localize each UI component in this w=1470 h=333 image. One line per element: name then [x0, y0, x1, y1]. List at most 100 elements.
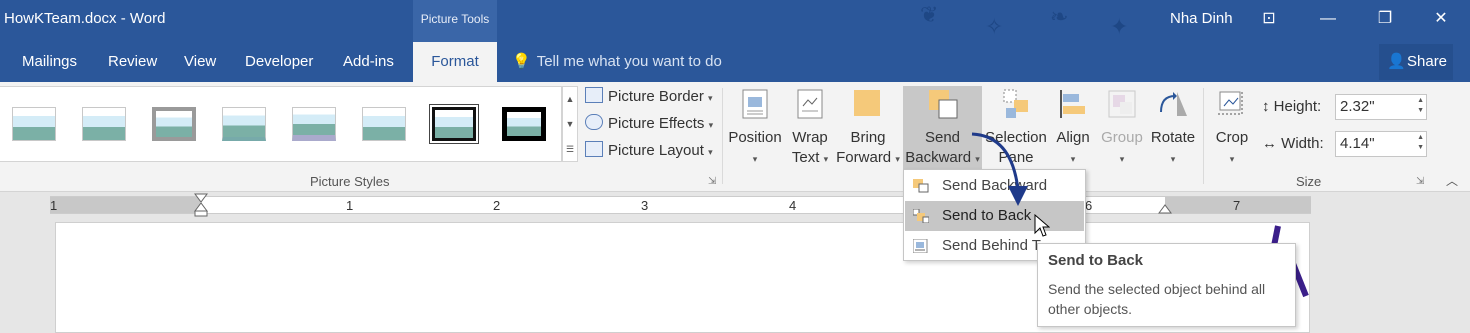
height-input[interactable]: 2.32" ▲ ▼ — [1335, 94, 1427, 120]
ruler-number: 1 — [346, 198, 354, 213]
collapse-ribbon-icon[interactable]: ︿ — [1446, 172, 1458, 189]
right-indent-marker-icon[interactable] — [1158, 203, 1172, 215]
chevron-down-icon: ▾ — [1170, 154, 1176, 164]
ruler-number: 7 — [1233, 198, 1241, 213]
dialog-launcher-icon[interactable]: ⇲ — [708, 176, 716, 187]
send-behind-text-icon — [913, 239, 928, 253]
tab-mailings[interactable]: Mailings — [12, 42, 87, 82]
bring-forward-button[interactable]: Bring Forward ▾ — [836, 86, 900, 170]
rotate-label: Rotate — [1150, 129, 1196, 146]
rotate-button[interactable]: Rotate ▾ — [1148, 86, 1198, 170]
horizontal-ruler[interactable]: 1 1 2 3 4 6 7 — [50, 193, 1311, 217]
width-label-row: ↔ Width: — [1262, 135, 1324, 152]
send-to-back-tooltip: Send to Back Send the selected object be… — [1037, 243, 1296, 327]
annotation-arrow — [971, 132, 1028, 206]
ribbon-display-options-icon[interactable]: ⊡ — [1256, 8, 1282, 32]
tooltip-title: Send to Back — [1048, 252, 1144, 269]
ruler-number: 3 — [641, 198, 649, 213]
group-divider — [1203, 88, 1204, 184]
picture-style-thumbnail[interactable] — [362, 107, 406, 141]
picture-styles-group-label: Picture Styles — [310, 174, 390, 189]
picture-style-thumbnail[interactable] — [502, 107, 546, 141]
picture-border-icon — [585, 87, 603, 103]
selection-pane-icon — [1003, 89, 1028, 118]
send-backward-label-2: Backward — [905, 149, 972, 166]
dialog-launcher-icon[interactable]: ⇲ — [1416, 176, 1424, 187]
chevron-down-icon: ▾ — [895, 154, 900, 164]
height-icon: ↕ — [1262, 98, 1270, 115]
tab-view[interactable]: View — [174, 42, 226, 82]
picture-styles-gallery — [0, 86, 562, 162]
height-spinner[interactable]: ▲ ▼ — [1417, 96, 1424, 116]
align-button[interactable]: Align ▾ — [1050, 86, 1096, 170]
picture-border-button[interactable]: Picture Border ▾ — [585, 85, 713, 109]
tab-developer[interactable]: Developer — [235, 42, 323, 82]
bring-forward-label-1: Bring — [850, 129, 886, 146]
rotate-icon — [1160, 92, 1187, 116]
chevron-down-icon: ▾ — [1119, 154, 1125, 164]
picture-style-thumbnail[interactable] — [292, 107, 336, 141]
send-backward-label-1: Send — [924, 129, 961, 146]
chevron-down-icon: ▾ — [1229, 154, 1235, 164]
picture-layout-button[interactable]: Picture Layout ▾ — [585, 139, 713, 163]
tab-review[interactable]: Review — [98, 42, 167, 82]
gallery-scroller[interactable]: ▲ ▼ ☰ — [562, 86, 578, 162]
picture-effects-label: Picture Effects — [608, 115, 705, 132]
title-bar: ❦ ✧ ❧ ✦ HowKTeam.docx - Word Picture Too… — [0, 0, 1470, 42]
group-label: Group — [1101, 129, 1143, 146]
wrap-text-icon — [797, 89, 823, 119]
lightbulb-icon: 💡 — [512, 53, 531, 70]
background-bird-decoration: ❦ — [920, 2, 939, 27]
gallery-more-icon[interactable]: ☰ — [563, 137, 577, 162]
width-input[interactable]: 4.14" ▲ ▼ — [1335, 131, 1427, 157]
background-bird-decoration: ✦ — [1110, 14, 1129, 39]
picture-style-thumbnail[interactable] — [82, 107, 126, 141]
chevron-down-icon: ▾ — [708, 147, 713, 157]
share-label: Share — [1407, 53, 1448, 70]
height-value: 2.32" — [1340, 98, 1375, 115]
share-button[interactable]: 👤 Share — [1379, 44, 1453, 80]
wrap-text-button[interactable]: Wrap Text ▾ — [786, 86, 834, 170]
crop-button[interactable]: Crop ▾ — [1208, 86, 1256, 170]
align-icon — [1060, 90, 1085, 118]
width-label: Width: — [1281, 135, 1324, 152]
tell-me-search[interactable]: 💡 Tell me what you want to do — [512, 42, 722, 82]
ribbon-body: ▲ ▼ ☰ Picture Border ▾ Picture Effects ▾… — [0, 82, 1470, 192]
height-label: Height: — [1273, 98, 1322, 115]
minimize-icon[interactable]: — — [1315, 8, 1341, 32]
close-icon[interactable]: ✕ — [1428, 8, 1454, 32]
picture-border-label: Picture Border — [608, 88, 704, 105]
indent-marker-icon[interactable] — [194, 193, 208, 217]
position-icon — [742, 89, 768, 119]
ruler-left-margin — [50, 197, 200, 213]
person-icon: 👤 — [1387, 53, 1406, 70]
tab-format[interactable]: Format — [413, 42, 497, 82]
tab-add-ins[interactable]: Add-ins — [333, 42, 404, 82]
wrap-text-label-1: Wrap — [792, 129, 828, 146]
picture-style-thumbnail[interactable] — [432, 107, 476, 141]
user-name[interactable]: Nha Dinh — [1170, 10, 1233, 27]
crop-label: Crop — [1215, 129, 1249, 146]
group-divider — [722, 88, 723, 184]
send-backward-icon — [928, 90, 957, 119]
picture-effects-button[interactable]: Picture Effects ▾ — [585, 112, 713, 136]
scroll-up-icon[interactable]: ▲ — [563, 87, 577, 112]
width-spinner[interactable]: ▲ ▼ — [1417, 133, 1424, 153]
picture-layout-label: Picture Layout — [608, 142, 704, 159]
crop-icon — [1218, 90, 1243, 115]
scroll-down-icon[interactable]: ▼ — [563, 112, 577, 137]
menu-item-label: Send Behind T — [942, 237, 1041, 254]
bring-forward-icon — [854, 90, 880, 116]
restore-icon[interactable]: ❐ — [1372, 8, 1398, 32]
send-backward-icon — [913, 179, 929, 193]
picture-style-thumbnail[interactable] — [152, 107, 196, 141]
ruler-number: 1 — [50, 198, 58, 213]
group-button[interactable]: Group ▾ — [1098, 86, 1146, 170]
align-label: Align — [1056, 129, 1090, 146]
picture-style-thumbnail[interactable] — [222, 107, 266, 141]
document-title: HowKTeam.docx - Word — [4, 10, 166, 27]
picture-style-thumbnail[interactable] — [12, 107, 56, 141]
position-button[interactable]: Position ▾ — [726, 86, 784, 170]
ruler-number: 4 — [789, 198, 797, 213]
send-to-back-icon — [913, 209, 929, 223]
